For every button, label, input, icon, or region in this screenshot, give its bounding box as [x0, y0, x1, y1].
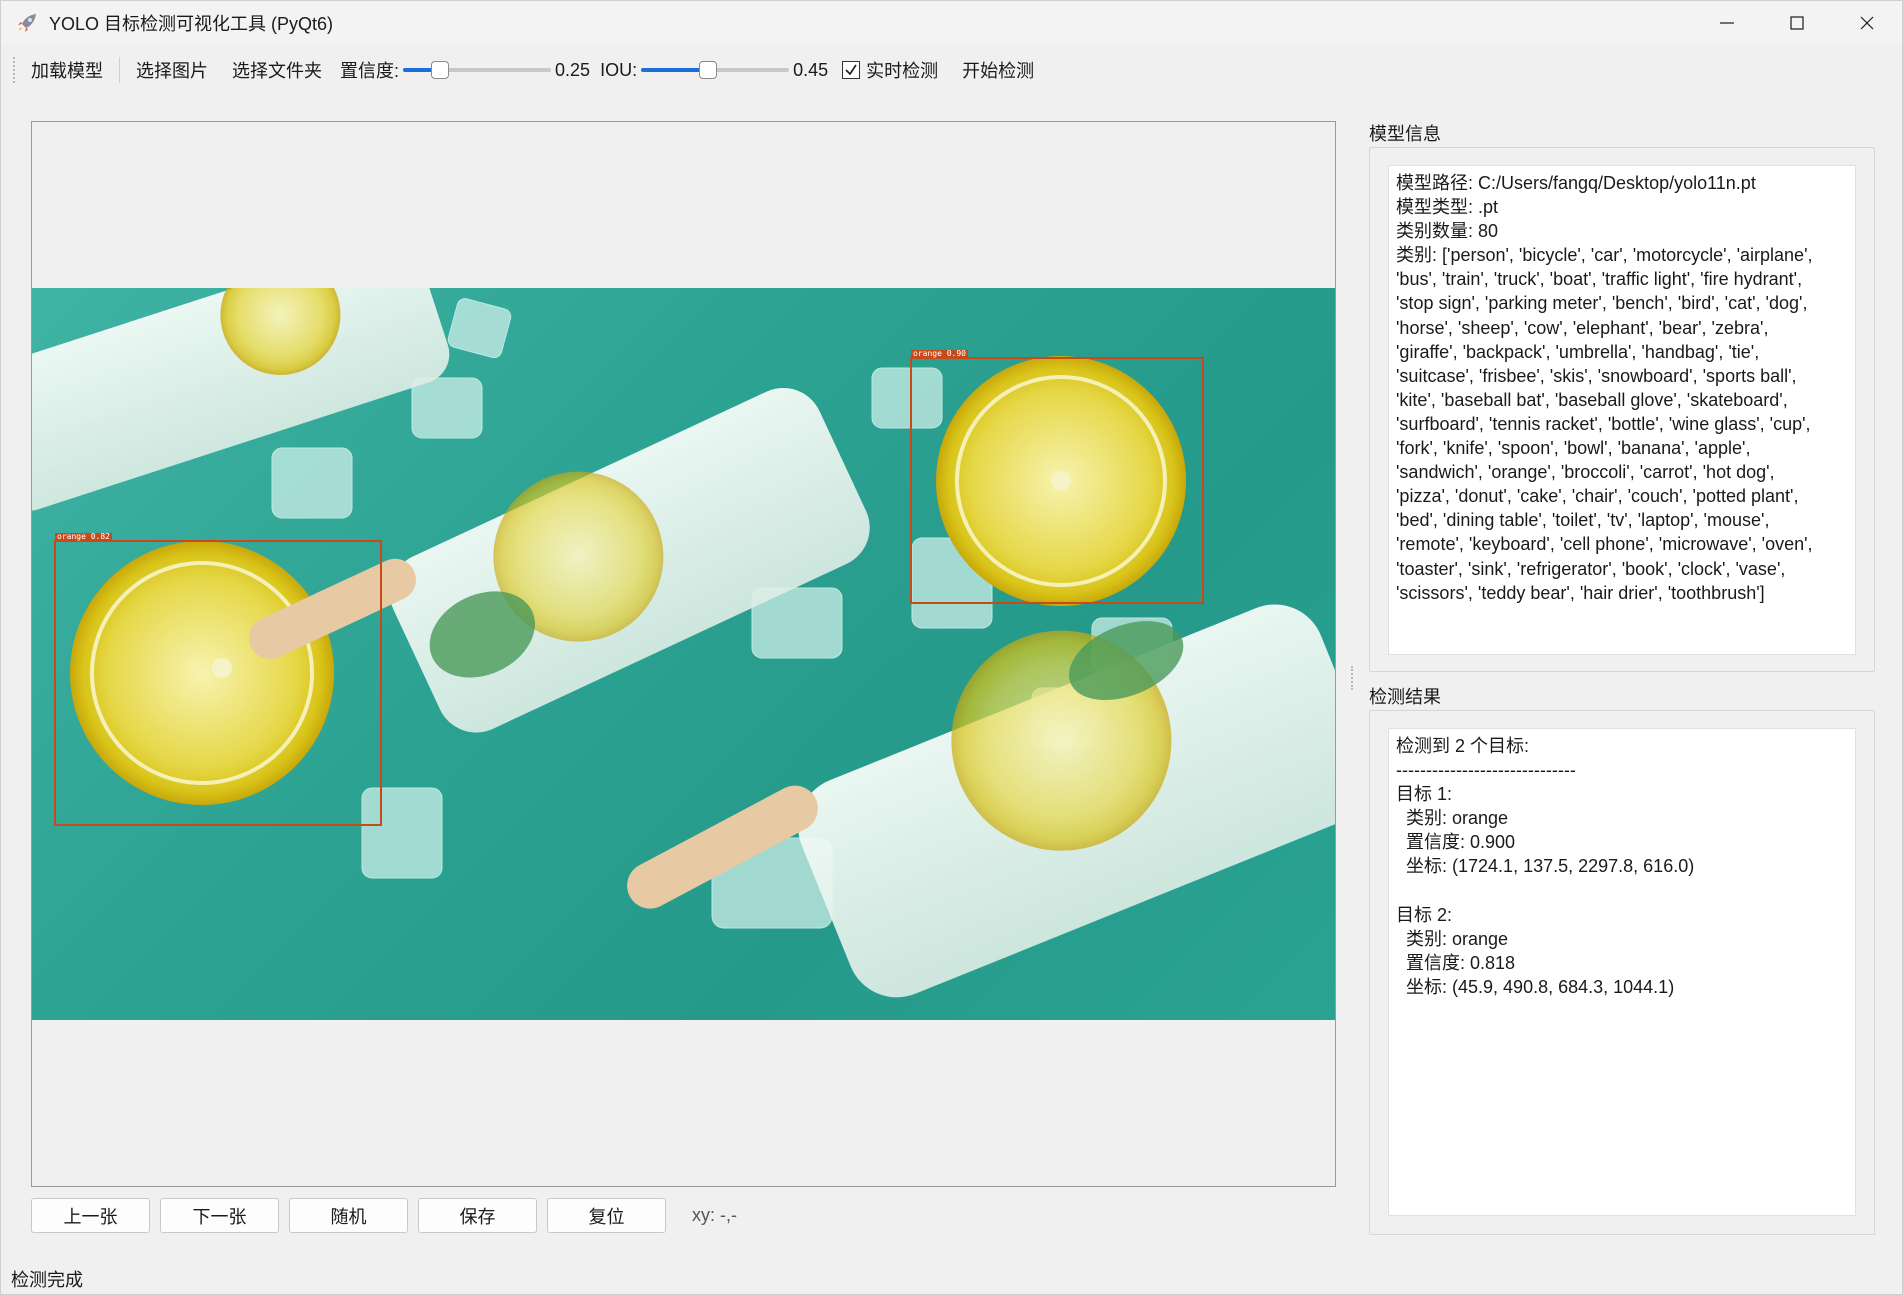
detection-label: orange 0.90 — [911, 349, 968, 358]
next-button[interactable]: 下一张 — [160, 1198, 279, 1233]
main-window: YOLO 目标检测可视化工具 (PyQt6) 加载模型 选择图片 选择文件夹 置… — [0, 0, 1903, 1295]
detection-image: orange 0.90 orange 0.82 — [32, 288, 1335, 1020]
confidence-value: 0.25 — [555, 59, 591, 80]
checkmark-icon — [845, 64, 857, 76]
close-icon — [1860, 16, 1874, 30]
toolbar-separator — [119, 57, 120, 83]
start-detect-button[interactable]: 开始检测 — [950, 53, 1046, 87]
results-text[interactable]: 检测到 2 个目标: -----------------------------… — [1388, 728, 1856, 1216]
load-model-button[interactable]: 加载模型 — [19, 53, 115, 87]
image-view[interactable]: orange 0.90 orange 0.82 — [31, 121, 1336, 1187]
maximize-icon — [1790, 16, 1804, 30]
slider-handle[interactable] — [698, 61, 717, 79]
detection-box: orange 0.90 — [910, 350, 1204, 604]
detection-label: orange 0.82 — [55, 532, 112, 541]
iou-label: IOU: — [600, 59, 638, 80]
results-title: 检测结果 — [1369, 687, 1441, 707]
minimize-button[interactable] — [1692, 1, 1762, 45]
confidence-label: 置信度: — [340, 61, 400, 81]
toolbar: 加载模型 选择图片 选择文件夹 置信度: 0.25 IOU: 0.45 实时检测… — [1, 47, 1902, 93]
detection-box: orange 0.82 — [54, 533, 382, 826]
image-nav-row: 上一张 下一张 随机 保存 复位 xy: -,- — [31, 1198, 737, 1233]
close-button[interactable] — [1832, 1, 1902, 45]
maximize-button[interactable] — [1762, 1, 1832, 45]
save-button[interactable]: 保存 — [418, 1198, 537, 1233]
cursor-coordinates: xy: -,- — [692, 1205, 737, 1225]
realtime-checkbox[interactable] — [842, 61, 861, 79]
splitter-handle[interactable] — [1351, 666, 1355, 690]
window-title: YOLO 目标检测可视化工具 (PyQt6) — [49, 14, 334, 34]
model-info-title: 模型信息 — [1369, 124, 1441, 144]
status-bar: 检测完成 — [11, 1270, 83, 1290]
random-button[interactable]: 随机 — [289, 1198, 408, 1233]
select-image-button[interactable]: 选择图片 — [124, 53, 220, 87]
slider-fill — [641, 68, 708, 72]
confidence-slider[interactable] — [403, 58, 552, 82]
iou-value: 0.45 — [793, 59, 829, 80]
select-folder-button[interactable]: 选择文件夹 — [220, 53, 334, 87]
minimize-icon — [1720, 22, 1734, 24]
rocket-icon — [13, 9, 41, 37]
title-bar: YOLO 目标检测可视化工具 (PyQt6) — [1, 1, 1902, 45]
prev-button[interactable]: 上一张 — [31, 1198, 150, 1233]
slider-handle[interactable] — [431, 61, 450, 79]
window-controls — [1692, 1, 1902, 45]
realtime-label[interactable]: 实时检测 — [860, 53, 950, 87]
reset-button[interactable]: 复位 — [547, 1198, 666, 1233]
iou-slider[interactable] — [641, 58, 790, 82]
model-info-text[interactable]: 模型路径: C:/Users/fangq/Desktop/yolo11n.pt … — [1388, 165, 1856, 655]
